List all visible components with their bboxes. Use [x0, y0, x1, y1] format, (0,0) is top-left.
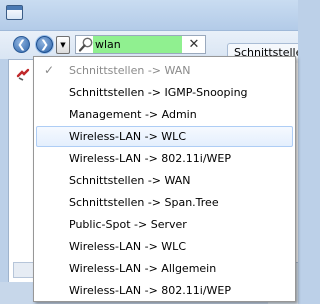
menu-item-label: Wireless-LAN -> 802.11i/WEP — [69, 152, 232, 165]
menu-item-label: Schnittstellen -> WAN — [69, 174, 191, 187]
history-dropdown-button[interactable]: ▼ — [56, 36, 70, 54]
forward-button[interactable]: ❯ — [36, 36, 53, 53]
menu-item-label: Wireless-LAN -> Allgemein — [69, 262, 217, 275]
menu-item-label: Schnittstellen -> IGMP-Snooping — [69, 86, 248, 99]
history-menu-item-current: ✓ Schnittstellen -> WAN — [36, 60, 293, 81]
menu-item-label: Schnittstellen -> Span.Tree — [69, 196, 219, 209]
history-menu-item[interactable]: Wireless-LAN -> 802.11i/WEP — [36, 148, 293, 169]
back-button[interactable]: ❮ — [13, 36, 30, 53]
search-input[interactable] — [93, 36, 182, 53]
arrow-right-icon: ❯ — [39, 38, 50, 51]
history-menu-item[interactable]: Schnittstellen -> WAN — [36, 170, 293, 191]
window-titlebar — [0, 0, 298, 31]
app-window-icon — [6, 5, 23, 20]
arrow-left-icon: ❮ — [16, 38, 27, 51]
chevron-down-icon: ▼ — [60, 41, 66, 49]
history-menu-item[interactable]: Schnittstellen -> Span.Tree — [36, 192, 293, 213]
search-box[interactable]: ✕ — [75, 35, 206, 54]
close-icon[interactable]: ✕ — [186, 37, 202, 53]
menu-item-label: Wireless-LAN -> WLC — [69, 240, 186, 253]
menu-item-label: Wireless-LAN -> WLC — [69, 130, 186, 143]
search-icon — [78, 37, 93, 52]
history-menu-item[interactable]: Schnittstellen -> IGMP-Snooping — [36, 82, 293, 103]
history-menu-item-hovered[interactable]: Wireless-LAN -> WLC — [36, 126, 293, 147]
history-menu-item[interactable]: Public-Spot -> Server — [36, 214, 293, 235]
menu-item-label: Management -> Admin — [69, 108, 197, 121]
checkmark-icon: ✓ — [43, 63, 55, 77]
menu-item-label: Public-Spot -> Server — [69, 218, 187, 231]
history-menu-item[interactable]: Wireless-LAN -> WLC — [36, 236, 293, 257]
menu-item-label: Schnittstellen -> WAN — [69, 64, 191, 77]
history-menu-item[interactable]: Wireless-LAN -> 802.11i/WEP — [36, 280, 293, 301]
menu-item-label: Wireless-LAN -> 802.11i/WEP — [69, 284, 232, 297]
history-menu: ✓ Schnittstellen -> WAN Schnittstellen -… — [33, 56, 296, 302]
device-tree-icon — [16, 68, 30, 81]
history-menu-item[interactable]: Wireless-LAN -> Allgemein — [36, 258, 293, 279]
history-menu-item[interactable]: Management -> Admin — [36, 104, 293, 125]
